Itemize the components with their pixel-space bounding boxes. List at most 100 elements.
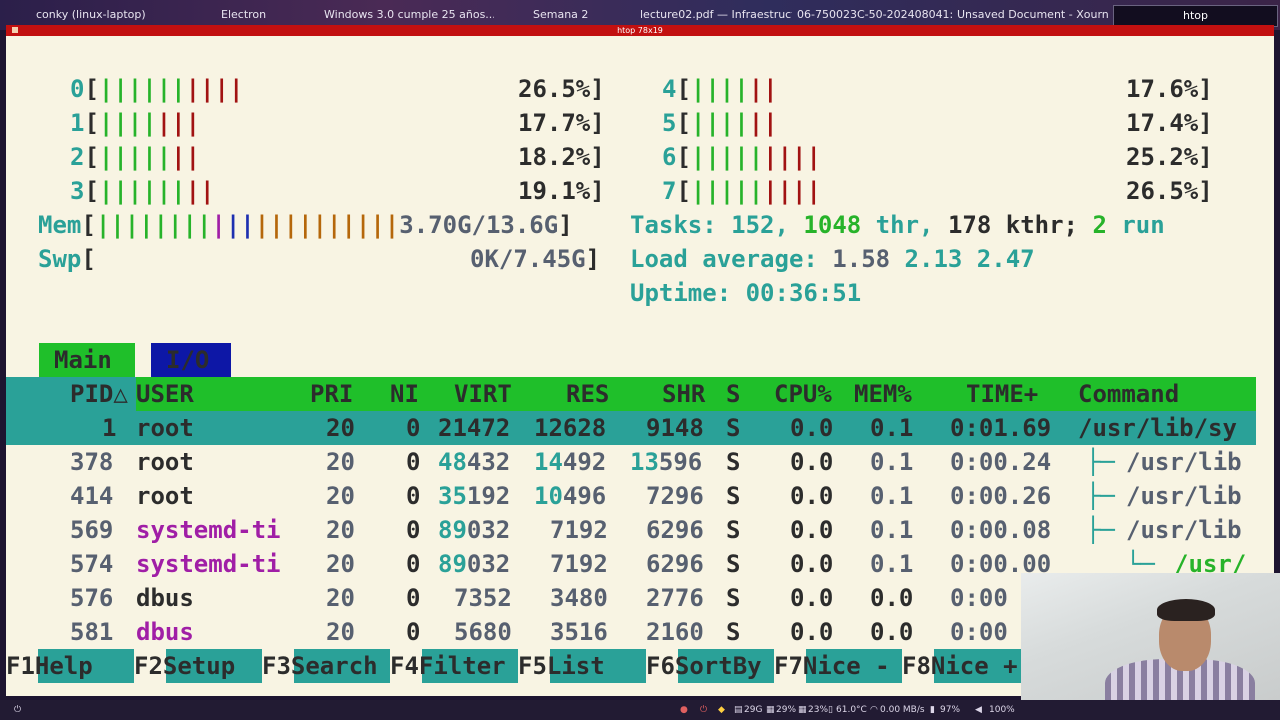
row-state: S <box>726 584 741 612</box>
cpu-percent-5: 17.4%] <box>1126 109 1213 137</box>
battery-icon: ▮ <box>930 705 935 715</box>
row-mem: 0.1 <box>870 448 914 476</box>
row-state: S <box>726 516 741 544</box>
row-pri: 20 <box>326 516 355 544</box>
cpu-usage: 29% <box>776 705 797 715</box>
row-command: /usr/lib <box>1126 448 1242 476</box>
row-pri: 20 <box>326 482 355 510</box>
taskbar-item-htop[interactable]: htop <box>1113 5 1278 27</box>
taskbar-item-windows[interactable]: Windows 3.0 cumple 25 años... <box>324 8 494 21</box>
column-header-ni[interactable]: NI <box>390 377 419 411</box>
row-res: 7192 <box>550 516 608 544</box>
disk-usage: 29G <box>744 705 763 715</box>
taskbar-item-xournal[interactable]: Unsaved Document - Xourna... <box>957 8 1109 21</box>
row-command: /usr/lib <box>1126 482 1242 510</box>
fkey-nice-minus[interactable]: F7Nice - <box>774 649 890 683</box>
load-average: Load average: 1.58 2.13 2.47 <box>630 245 1035 273</box>
row-mem: 0.1 <box>870 550 914 578</box>
cpu-meter-2: 2[||||||| <box>70 143 201 171</box>
table-row[interactable]: 569 <box>70 513 113 547</box>
cpu-meter-1: 1[||||||| <box>70 109 201 137</box>
row-time: 0:00 <box>950 618 1008 646</box>
tasks-summary: Tasks: 152, 1048 thr, 178 kthr; 2 run <box>630 211 1165 239</box>
row-virt: 89032 <box>438 516 511 544</box>
row-ni: 0 <box>406 584 421 612</box>
row-shr: 6296 <box>646 550 704 578</box>
fkey-setup[interactable]: F2Setup <box>134 649 235 683</box>
row-mem: 0.0 <box>870 584 914 612</box>
taskbar-item-electron[interactable]: Electron <box>221 8 301 21</box>
row-tree: ├─ <box>1086 448 1115 476</box>
table-row[interactable]: 414 <box>70 479 113 513</box>
window-menu-icon[interactable] <box>12 27 18 33</box>
column-header-mem[interactable]: MEM% <box>854 377 912 411</box>
row-res: 12628 <box>534 414 607 442</box>
cpu-temp: 61.0°C <box>836 705 867 715</box>
row-res: 14492 <box>534 448 607 476</box>
table-row[interactable]: 378 <box>70 445 113 479</box>
row-command: /usr/lib/sy <box>1078 414 1237 442</box>
fkey-list[interactable]: F5List <box>518 649 605 683</box>
column-header-user[interactable]: USER <box>136 377 194 411</box>
row-shr: 2160 <box>646 618 704 646</box>
taskbar-item-lecture[interactable]: lecture02.pdf — Infraestructu... <box>640 8 792 21</box>
row-res: 7192 <box>550 550 608 578</box>
status-bar: ⏻ ● ⏻ ◆ ▤ 29G ▦ 29% ▦ 23% ▯ 61.0°C ◠ 0.0… <box>0 700 1280 720</box>
tray-icon-2[interactable]: ⏻ <box>700 705 707 715</box>
cpu-meter-5: 5[|||||| <box>662 109 778 137</box>
column-header-time[interactable]: TIME+ <box>966 377 1038 411</box>
column-header-pid[interactable]: PID△ <box>70 377 128 411</box>
row-pri: 20 <box>326 414 355 442</box>
window-titlebar[interactable]: htop 78x19 <box>6 25 1274 36</box>
column-header-pri[interactable]: PRI <box>310 377 353 411</box>
fkey-filter[interactable]: F4Filter <box>390 649 506 683</box>
speaker-icon[interactable]: ◀ <box>975 705 982 715</box>
fkey-help[interactable]: F1Help <box>6 649 93 683</box>
battery-level: 97% <box>940 705 961 715</box>
fkey-sortby[interactable]: F6SortBy <box>646 649 762 683</box>
column-header-s[interactable]: S <box>726 377 740 411</box>
row-shr: 6296 <box>646 516 704 544</box>
row-cpu: 0.0 <box>790 584 834 612</box>
row-ni: 0 <box>406 516 421 544</box>
row-pri: 20 <box>326 584 355 612</box>
fkey-nice-plus[interactable]: F8Nice + <box>902 649 1018 683</box>
column-header-cpu[interactable]: CPU% <box>774 377 832 411</box>
swp-value: 0K/7.45G] <box>470 245 601 273</box>
row-user: root <box>136 414 194 442</box>
row-shr: 7296 <box>646 482 704 510</box>
row-user: dbus <box>136 618 194 646</box>
mem-usage: 23% <box>808 705 829 715</box>
lock-icon[interactable]: ◆ <box>718 705 725 715</box>
column-header-virt[interactable]: VIRT <box>454 377 512 411</box>
tab-io-label: I/O <box>166 346 210 374</box>
column-header-shr[interactable]: SHR <box>662 377 705 411</box>
cpu-percent-7: 26.5%] <box>1126 177 1213 205</box>
cpu-icon: ▦ <box>766 705 775 715</box>
row-mem: 0.0 <box>870 618 914 646</box>
power-icon[interactable]: ⏻ <box>14 705 21 715</box>
table-row[interactable]: 576 <box>70 581 113 615</box>
taskbar-item-semana[interactable]: Semana 2 <box>533 8 613 21</box>
row-cpu: 0.0 <box>790 516 834 544</box>
row-cpu: 0.0 <box>790 448 834 476</box>
table-row[interactable]: 581 <box>70 615 113 649</box>
tray-icon[interactable]: ● <box>680 705 688 715</box>
taskbar-item-conky[interactable]: conky (linux-laptop) <box>36 8 196 21</box>
row-virt: 5680 <box>454 618 512 646</box>
row-mem: 0.1 <box>870 516 914 544</box>
row-time: 0:00.26 <box>950 482 1052 510</box>
fkey-search[interactable]: F3Search <box>262 649 378 683</box>
column-header-command[interactable]: Command <box>1078 377 1179 411</box>
row-state: S <box>726 448 741 476</box>
cpu-percent-4: 17.6%] <box>1126 75 1213 103</box>
cpu-percent-6: 25.2%] <box>1126 143 1213 171</box>
cpu-meter-4: 4[|||||| <box>662 75 778 103</box>
cpu-percent-0: 26.5%] <box>518 75 605 103</box>
taskbar-item-course[interactable]: 06-750023C-50-202408041: Pl... <box>797 8 952 21</box>
cpu-percent-3: 19.1%] <box>518 177 605 205</box>
row-ni: 0 <box>406 414 421 442</box>
table-row[interactable]: 574 <box>70 547 113 581</box>
row-res: 3516 <box>550 618 608 646</box>
column-header-res[interactable]: RES <box>566 377 609 411</box>
